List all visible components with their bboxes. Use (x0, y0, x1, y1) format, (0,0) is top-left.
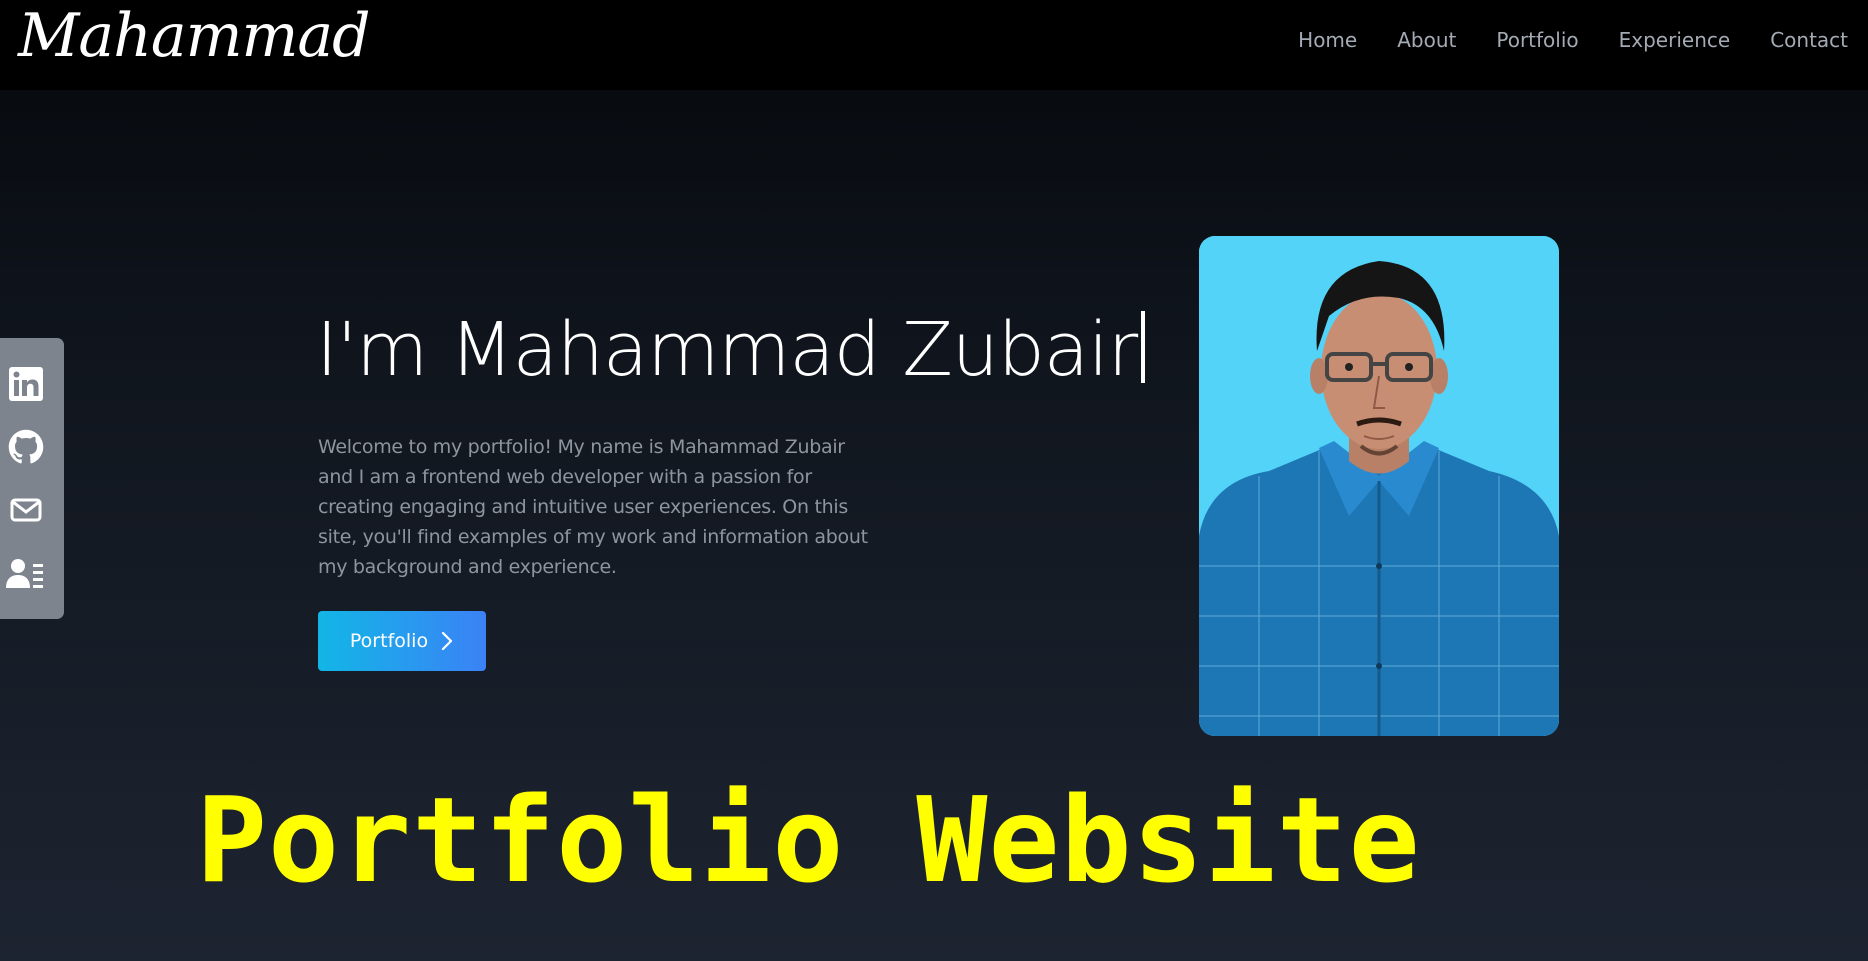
linkedin-icon (9, 366, 43, 401)
top-navbar: Mahammad Home About Portfolio Experience… (0, 0, 1868, 90)
nav-about-link[interactable]: About (1397, 26, 1456, 54)
hero-title: I'm Mahammad Zubair (316, 305, 1146, 395)
nav-experience-link[interactable]: Experience (1619, 26, 1731, 54)
profile-photo (1199, 236, 1559, 736)
chevron-right-icon (441, 631, 453, 651)
nav-contact-link[interactable]: Contact (1770, 26, 1848, 54)
portfolio-button-label: Portfolio (349, 630, 429, 652)
social-sidebar (0, 338, 64, 619)
typing-cursor (1141, 311, 1146, 383)
profile-portrait-image (1199, 236, 1559, 736)
github-button[interactable] (6, 427, 46, 467)
portfolio-button[interactable]: Portfolio (318, 611, 486, 671)
intro-paragraph: Welcome to my portfolio! My name is Maha… (318, 436, 868, 578)
linkedin-button[interactable] (6, 364, 46, 404)
nav-home-link[interactable]: Home (1298, 26, 1357, 54)
main-nav: Home About Portfolio Experience Contact (1298, 26, 1848, 54)
site-logo[interactable]: Mahammad (18, 0, 371, 72)
resume-button[interactable] (6, 553, 46, 593)
nav-portfolio-link[interactable]: Portfolio (1496, 26, 1578, 54)
contact-card-icon (6, 559, 43, 589)
mail-icon (10, 498, 42, 522)
overlay-caption: Portfolio Website (196, 771, 1421, 909)
hero-title-text: I'm Mahammad Zubair (316, 307, 1138, 393)
github-icon (8, 429, 44, 464)
email-button[interactable] (6, 490, 46, 530)
